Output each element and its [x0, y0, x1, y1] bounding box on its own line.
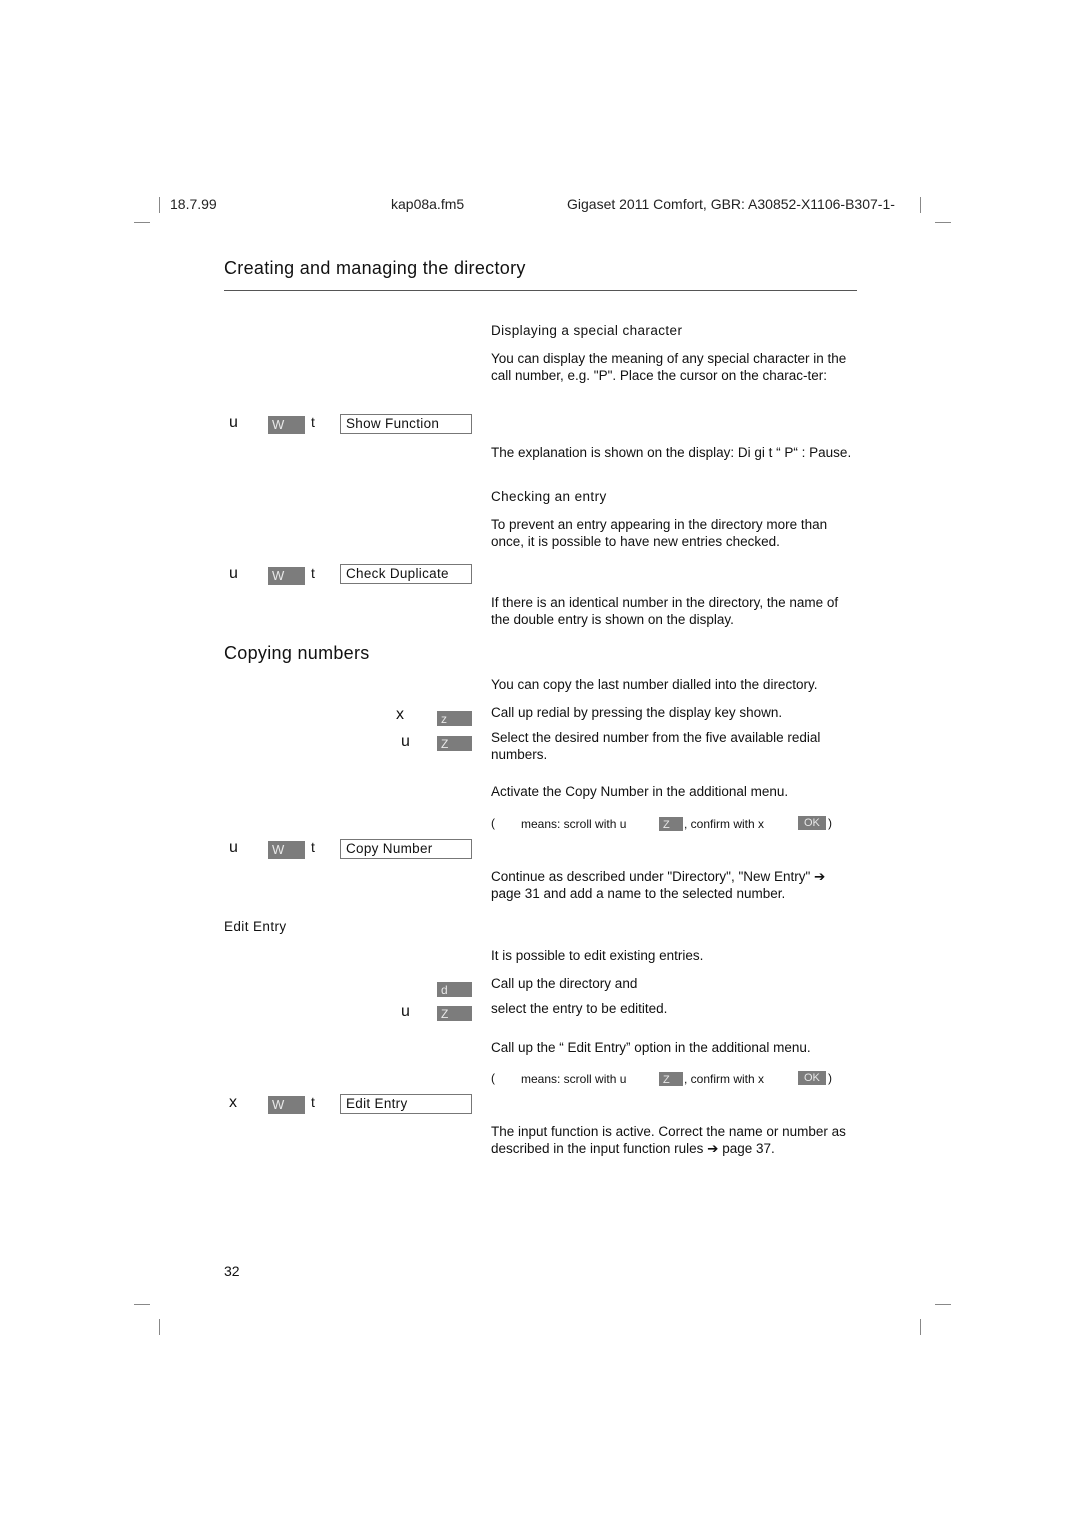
nav-key-icon: u: [401, 733, 410, 750]
header-date: 18.7.99: [170, 196, 217, 212]
section-heading-checking-entry: Checking an entry: [491, 489, 607, 504]
hint-means: means: scroll with u: [521, 1072, 627, 1086]
arrow-icon: t: [311, 414, 315, 430]
copying-step-redial: Call up redial by pressing the display k…: [491, 705, 783, 720]
hint-confirm: , confirm with x: [684, 817, 765, 831]
scroll-key-button[interactable]: Z: [437, 736, 472, 751]
crop-mark: [935, 1304, 951, 1305]
crop-mark: [935, 222, 951, 223]
hint-bracket: (: [491, 816, 495, 830]
copying-result: Continue as described under "Directory",…: [491, 869, 826, 901]
call-key-icon: x: [229, 1094, 237, 1111]
nav-key-icon: u: [229, 565, 238, 582]
nav-key-icon: u: [229, 414, 238, 431]
menu-key-button[interactable]: W: [268, 416, 305, 434]
edit-step-directory: Call up the directory and: [491, 976, 638, 991]
hint-scroll-key: Z: [659, 817, 683, 831]
section-heading-copying-numbers: Copying numbers: [224, 643, 370, 663]
hint-ok-key: OK: [798, 1071, 826, 1085]
crop-mark: [159, 1319, 160, 1335]
page-number: 32: [224, 1263, 240, 1279]
edit-activate: Call up the “ Edit Entry” option in the …: [491, 1040, 811, 1055]
crop-mark: [134, 222, 150, 223]
copying-activate: Activate the Copy Number in the addition…: [491, 784, 789, 799]
copying-step-select: Select the desired number from the five …: [491, 730, 821, 762]
edit-result: The input function is active. Correct th…: [491, 1124, 846, 1156]
hint-close: ): [828, 816, 832, 830]
copying-intro: You can copy the last number dialled int…: [491, 677, 818, 692]
checking-entry-intro: To prevent an entry appearing in the dir…: [491, 517, 828, 549]
menu-option-show-function[interactable]: Show Function: [340, 414, 472, 434]
scroll-key-button[interactable]: Z: [437, 1006, 472, 1021]
hint-confirm: , confirm with x: [684, 1072, 765, 1086]
section-heading-special-character: Displaying a special character: [491, 323, 683, 338]
special-character-result: The explanation is shown on the display:…: [491, 445, 852, 460]
header-filename: kap08a.fm5: [391, 196, 465, 212]
menu-option-copy-number[interactable]: Copy Number: [340, 839, 472, 859]
menu-key-button[interactable]: W: [268, 1096, 305, 1114]
special-character-intro: You can display the meaning of any speci…: [491, 351, 847, 383]
title-rule: [224, 290, 857, 291]
header-product: Gigaset 2011 Comfort, GBR: A30852-X1106-…: [567, 196, 895, 212]
menu-option-check-duplicate[interactable]: Check Duplicate: [340, 564, 472, 584]
call-key-icon: x: [396, 706, 404, 723]
edit-entry-intro: It is possible to edit existing entries.: [491, 948, 704, 963]
crop-mark: [920, 1319, 921, 1335]
checking-entry-result: If there is an identical number in the d…: [491, 595, 839, 627]
page-title: Creating and managing the directory: [224, 258, 526, 278]
directory-key-button[interactable]: d: [437, 982, 472, 997]
arrow-icon: t: [311, 1094, 315, 1110]
nav-key-icon: u: [401, 1003, 410, 1020]
hint-close: ): [828, 1071, 832, 1085]
redial-key-button[interactable]: z: [437, 711, 472, 726]
crop-mark: [159, 197, 160, 213]
edit-step-select: select the entry to be editited.: [491, 1001, 668, 1016]
arrow-icon: t: [311, 839, 315, 855]
crop-mark: [920, 197, 921, 213]
nav-key-icon: u: [229, 839, 238, 856]
arrow-icon: t: [311, 565, 315, 581]
crop-mark: [134, 1304, 150, 1305]
hint-scroll-key: Z: [659, 1072, 683, 1086]
hint-bracket: (: [491, 1071, 495, 1085]
menu-key-button[interactable]: W: [268, 567, 305, 585]
menu-key-button[interactable]: W: [268, 841, 305, 859]
hint-means: means: scroll with u: [521, 817, 627, 831]
section-heading-edit-entry: Edit Entry: [224, 919, 287, 934]
hint-ok-key: OK: [798, 816, 826, 830]
menu-option-edit-entry[interactable]: Edit Entry: [340, 1094, 472, 1114]
